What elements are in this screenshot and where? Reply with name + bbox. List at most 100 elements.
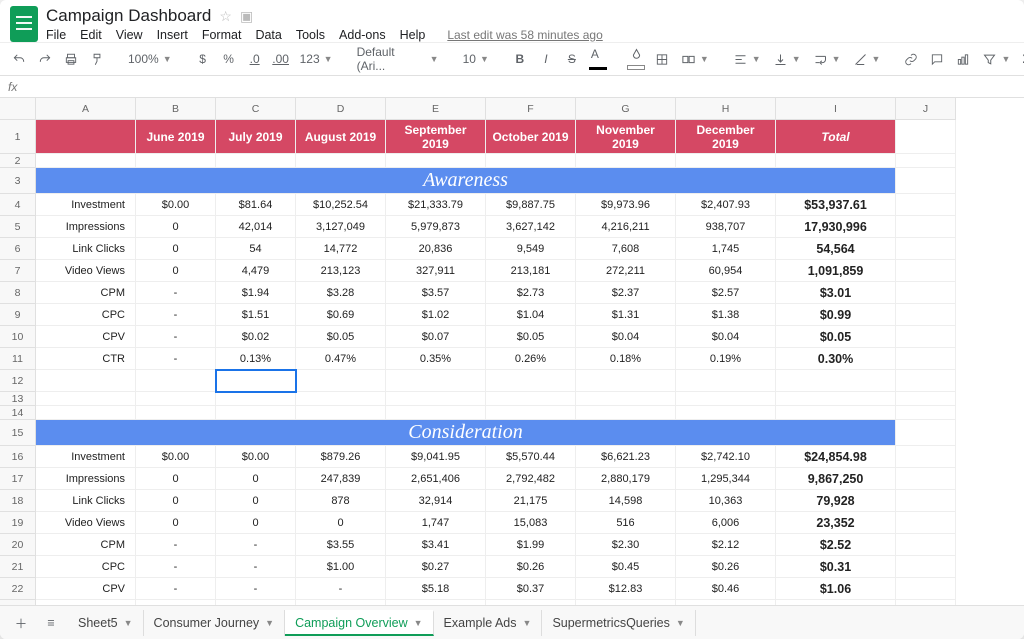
data-cell[interactable]: $879.26 <box>296 446 386 468</box>
col-header-B[interactable]: B <box>136 98 216 120</box>
data-cell[interactable]: $0.27 <box>386 556 486 578</box>
functions-button[interactable]: Σ▼ <box>1018 52 1024 66</box>
menu-insert[interactable]: Insert <box>157 28 188 42</box>
data-cell[interactable]: $81.64 <box>216 194 296 216</box>
data-cell[interactable]: $0.05 <box>486 326 576 348</box>
data-cell[interactable]: 4,479 <box>216 260 296 282</box>
data-cell[interactable]: 15,083 <box>486 512 576 534</box>
data-cell[interactable]: 0 <box>216 512 296 534</box>
data-cell[interactable]: 0 <box>296 512 386 534</box>
data-cell[interactable]: $0.46 <box>676 578 776 600</box>
data-cell[interactable]: - <box>136 556 216 578</box>
data-cell[interactable]: 0 <box>136 512 216 534</box>
col-header-I[interactable]: I <box>776 98 896 120</box>
sheet-tab[interactable]: Consumer Journey▼ <box>144 610 286 636</box>
sheet-tab[interactable]: Sheet5▼ <box>68 610 144 636</box>
strike-button[interactable]: S <box>561 47 583 71</box>
borders-button[interactable] <box>651 47 673 71</box>
data-cell[interactable]: $1.04 <box>486 304 576 326</box>
rotate-button[interactable]: ▼ <box>849 52 885 67</box>
all-sheets-button[interactable]: ≡ <box>38 616 64 630</box>
currency-button[interactable]: $ <box>192 47 214 71</box>
font-size-select[interactable]: 10▼ <box>459 52 493 66</box>
data-cell[interactable]: $21,333.79 <box>386 194 486 216</box>
data-cell[interactable]: 0.26% <box>486 348 576 370</box>
data-cell[interactable]: $2.30 <box>576 534 676 556</box>
data-cell[interactable]: $0.07 <box>386 326 486 348</box>
row-header-18[interactable]: 18 <box>0 490 36 512</box>
data-cell[interactable]: 2,880,179 <box>576 468 676 490</box>
data-cell[interactable]: $2,742.10 <box>676 446 776 468</box>
menu-data[interactable]: Data <box>255 28 281 42</box>
sheet-tab[interactable]: SupermetricsQueries▼ <box>542 610 695 636</box>
redo-button[interactable] <box>34 47 56 71</box>
row-header-21[interactable]: 21 <box>0 556 36 578</box>
row-header-4[interactable]: 4 <box>0 194 36 216</box>
col-header-H[interactable]: H <box>676 98 776 120</box>
row-header-11[interactable]: 11 <box>0 348 36 370</box>
data-cell[interactable]: - <box>296 578 386 600</box>
row-header-2[interactable]: 2 <box>0 154 36 168</box>
data-cell[interactable]: $10,252.54 <box>296 194 386 216</box>
data-cell[interactable]: $0.00 <box>136 446 216 468</box>
data-cell[interactable]: 0 <box>136 238 216 260</box>
merge-button[interactable]: ▼ <box>677 52 713 67</box>
data-cell[interactable]: $0.26 <box>486 556 576 578</box>
data-cell[interactable]: $1.99 <box>486 534 576 556</box>
row-header-17[interactable]: 17 <box>0 468 36 490</box>
data-cell[interactable]: 0 <box>136 490 216 512</box>
data-cell[interactable]: - <box>216 600 296 605</box>
row-header-19[interactable]: 19 <box>0 512 36 534</box>
data-cell[interactable]: $1.38 <box>676 304 776 326</box>
data-cell[interactable]: 32,914 <box>386 490 486 512</box>
data-cell[interactable]: 0.19% <box>676 348 776 370</box>
data-cell[interactable]: - <box>216 534 296 556</box>
selected-cell[interactable] <box>216 370 296 392</box>
data-cell[interactable]: $2,407.93 <box>676 194 776 216</box>
data-cell[interactable]: $1.51 <box>216 304 296 326</box>
comment-button[interactable] <box>926 47 948 71</box>
row-header-16[interactable]: 16 <box>0 446 36 468</box>
chart-button[interactable] <box>952 47 974 71</box>
data-cell[interactable]: 272,211 <box>576 260 676 282</box>
menu-add-ons[interactable]: Add-ons <box>339 28 386 42</box>
data-cell[interactable]: $0.05 <box>296 326 386 348</box>
row-header-5[interactable]: 5 <box>0 216 36 238</box>
row-header-13[interactable]: 13 <box>0 392 36 406</box>
data-cell[interactable]: 3,627,142 <box>486 216 576 238</box>
row-header-20[interactable]: 20 <box>0 534 36 556</box>
data-cell[interactable]: 3,127,049 <box>296 216 386 238</box>
col-header-F[interactable]: F <box>486 98 576 120</box>
folder-icon[interactable]: ▣ <box>240 8 253 25</box>
data-cell[interactable]: $0.02 <box>216 326 296 348</box>
data-cell[interactable]: $1.94 <box>216 282 296 304</box>
data-cell[interactable]: 0 <box>216 468 296 490</box>
data-cell[interactable]: 9,549 <box>486 238 576 260</box>
row-header-8[interactable]: 8 <box>0 282 36 304</box>
menu-format[interactable]: Format <box>202 28 242 42</box>
print-button[interactable] <box>60 47 82 71</box>
col-header-J[interactable]: J <box>896 98 956 120</box>
data-cell[interactable]: 4,216,211 <box>576 216 676 238</box>
data-cell[interactable]: $0.69 <box>296 304 386 326</box>
menu-edit[interactable]: Edit <box>80 28 102 42</box>
data-cell[interactable]: $9,973.96 <box>576 194 676 216</box>
data-cell[interactable]: $2.37 <box>576 282 676 304</box>
data-cell[interactable]: $3.55 <box>296 534 386 556</box>
star-icon[interactable]: ☆ <box>219 8 232 25</box>
data-cell[interactable]: $5.18 <box>386 578 486 600</box>
data-cell[interactable]: - <box>136 348 216 370</box>
data-cell[interactable]: 213,181 <box>486 260 576 282</box>
data-cell[interactable]: 42,014 <box>216 216 296 238</box>
undo-button[interactable] <box>8 47 30 71</box>
add-sheet-button[interactable]: ＋ <box>8 613 34 632</box>
data-cell[interactable]: 0.35% <box>386 348 486 370</box>
data-cell[interactable]: 1,747 <box>386 512 486 534</box>
data-cell[interactable]: 0.80% <box>676 600 776 605</box>
row-header-15[interactable]: 15 <box>0 420 36 446</box>
data-cell[interactable]: 20,836 <box>386 238 486 260</box>
data-cell[interactable]: $12.83 <box>576 578 676 600</box>
data-cell[interactable]: $0.04 <box>676 326 776 348</box>
percent-button[interactable]: % <box>218 47 240 71</box>
data-cell[interactable]: - <box>136 304 216 326</box>
